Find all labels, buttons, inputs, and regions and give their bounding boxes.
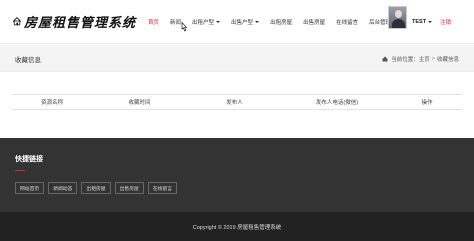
nav-item-home[interactable]: 首页 [148, 0, 159, 44]
title-underline [15, 170, 25, 171]
nav-label: 在线留言 [336, 20, 359, 26]
nav-label: 出租房屋 [270, 20, 293, 26]
avatar-body [392, 19, 405, 28]
quick-links: 网站首页 新闻动态 出租房屋 出售房屋 在线留言 [15, 182, 181, 194]
quick-link-sale[interactable]: 出售房屋 [114, 182, 144, 194]
breadcrumb-separator: > [431, 55, 435, 62]
breadcrumb-current: 收藏信息 [436, 56, 459, 63]
house-logo-icon [12, 17, 22, 26]
nav-item-message[interactable]: 在线留言 [336, 0, 358, 44]
site-header: 房屋租售管理系统 首页 新闻 出租户型 出售户型 出租房屋 出售房屋 在线留言 … [0, 0, 474, 44]
nav-label: 出售房屋 [303, 20, 326, 26]
logo-text: 房屋租售管理系统 [23, 15, 136, 31]
user-menu[interactable]: TEST [412, 0, 433, 44]
breadcrumb-location-label: 当前位置： [391, 56, 419, 63]
copyright-text: Copyright © 2019 房屋租售管理系统 [192, 224, 282, 231]
quick-link-message[interactable]: 在线留言 [147, 182, 178, 194]
logout-label: 注销 [440, 20, 452, 26]
column-header-time: 收藏时间 [128, 100, 151, 106]
location-icon [382, 56, 388, 61]
site-logo[interactable]: 房屋租售管理系统 [12, 10, 136, 32]
caret-down-icon [255, 21, 260, 23]
mouse-pointer-icon [181, 22, 188, 32]
nav-item-sale-houses[interactable]: 出售房屋 [303, 0, 325, 44]
user-avatar[interactable] [388, 6, 407, 29]
caret-down-icon [428, 21, 433, 23]
column-header-publisher: 发布人 [226, 100, 243, 106]
column-header-phone: 发布人电话(微信) [315, 100, 359, 106]
logout-link[interactable]: 注销 [440, 0, 451, 44]
site-footer: 快捷链接 网站首页 新闻动态 出租房屋 出售房屋 在线留言 [0, 138, 474, 212]
column-header-actions: 操作 [421, 100, 433, 106]
caret-down-icon [216, 21, 221, 23]
nav-item-sale-types[interactable]: 出售户型 [231, 0, 260, 44]
user-name: TEST [412, 19, 427, 25]
quick-link-news[interactable]: 新闻动态 [48, 182, 78, 194]
nav-item-rent-types[interactable]: 出租户型 [192, 0, 221, 44]
breadcrumb-home[interactable]: 主页 [419, 55, 430, 63]
nav-label: 首页 [148, 20, 160, 26]
nav-label: 出租户型 [192, 20, 215, 26]
quick-links-title: 快捷链接 [15, 156, 43, 163]
favorites-table-header: 资源名称 收藏时间 发布人 发布人电话(微信) 操作 [12, 94, 462, 110]
breadcrumb-bar: 收藏信息 当前位置： 主页 > 收藏信息 [0, 45, 474, 72]
breadcrumb: 当前位置： 主页 > 收藏信息 [382, 45, 459, 72]
quick-link-rent[interactable]: 出租房屋 [81, 182, 111, 194]
nav-item-rent-houses[interactable]: 出租房屋 [270, 0, 292, 44]
quick-link-home[interactable]: 网站首页 [15, 182, 45, 194]
nav-label: 出售户型 [231, 20, 254, 26]
column-header-resource: 资源名称 [40, 100, 63, 106]
avatar-head [395, 10, 402, 18]
copyright-bar: Copyright © 2019 房屋租售管理系统 [0, 212, 474, 241]
page-title: 收藏信息 [15, 56, 41, 64]
